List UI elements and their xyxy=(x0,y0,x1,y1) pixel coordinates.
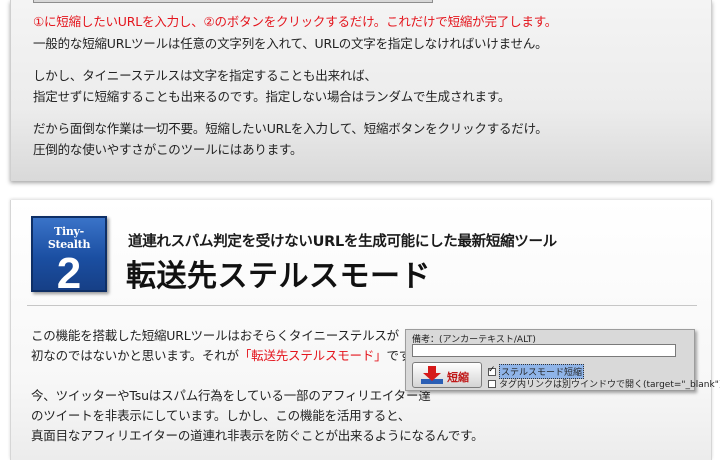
new-window-checkbox[interactable]: タグ内リンクは別ウインドウで開く(target="_blank") xyxy=(488,377,720,390)
body-line-1: この機能を搭載した短縮URLツールはおそらくタイニーステルスが xyxy=(31,328,399,343)
checkbox-unchecked-icon xyxy=(488,379,496,388)
feature-number-badge: Tiny-Stealth 2 xyxy=(31,216,107,297)
intro-line-6: 圧倒的な使いやすさがこのツールにはあります。 xyxy=(33,142,303,157)
divider xyxy=(27,305,697,306)
intro-line-1: ①に短縮したいURLを入力し、②のボタンをクリックするだけ。これだけで短縮が完了… xyxy=(33,14,558,29)
download-arrow-icon xyxy=(421,366,443,384)
intro-line-4: 指定せずに短縮することも出来るのです。指定しない場合はランダムで生成されます。 xyxy=(33,89,511,104)
feature-title: 転送先ステルスモード xyxy=(126,259,431,294)
body-line-5: 真面目なアフィリエイターの道連れ非表示を防ぐことが出来るようになるんです。 xyxy=(31,428,484,443)
body-line-2: 初なのではないかと思います。それが「転送先ステルスモード」です。 xyxy=(31,347,422,365)
checkbox-checked-icon xyxy=(488,365,496,376)
badge-brand: Tiny-Stealth xyxy=(47,225,91,251)
input-bar-stub xyxy=(33,0,433,3)
intro-panel: ①に短縮したいURLを入力し、②のボタンをクリックするだけ。これだけで短縮が完了… xyxy=(10,0,712,181)
badge-number: 2 xyxy=(56,249,82,298)
memo-input[interactable] xyxy=(412,344,676,357)
body-line-4: のツイートを非表示にしています。しかし、この機能を活用すると、 xyxy=(31,408,411,423)
feature-panel: Tiny-Stealth 2 道連れスパム判定を受けないURLを生成可能にした最… xyxy=(10,200,720,460)
feature-subtitle: 道連れスパム判定を受けないURLを生成可能にした最新短縮ツール xyxy=(128,234,557,250)
new-window-label: タグ内リンクは別ウインドウで開く(target="_blank") xyxy=(499,380,720,390)
intro-line-3: しかし、タイニーステルスは文字を指定することも出来れば、 xyxy=(33,68,377,83)
intro-line-2: 一般的な短縮URLツールは任意の文字列を入れて、URLの文字を指定しなければいけ… xyxy=(33,36,548,51)
shorten-button-label: 短縮 xyxy=(447,371,469,384)
shorten-button[interactable]: 短縮 xyxy=(412,362,482,388)
shorten-settings-widget: 備考：(アンカーテキスト/ALT) 短縮 ステルスモード短縮 タグ内リンクは別ウ… xyxy=(405,329,720,391)
body-line-3: 今、ツイッターやTsuはスパム行為をしている一部のアフィリエイター達 xyxy=(31,388,431,403)
intro-line-5: だから面倒な作業は一切不要。短縮したいURLを入力して、短縮ボタンをクリックする… xyxy=(33,121,548,136)
body-line-2-highlight: 「転送先ステルスモード」 xyxy=(238,348,387,363)
body-line-2-start: 初なのではないかと思います。それが xyxy=(31,348,239,363)
